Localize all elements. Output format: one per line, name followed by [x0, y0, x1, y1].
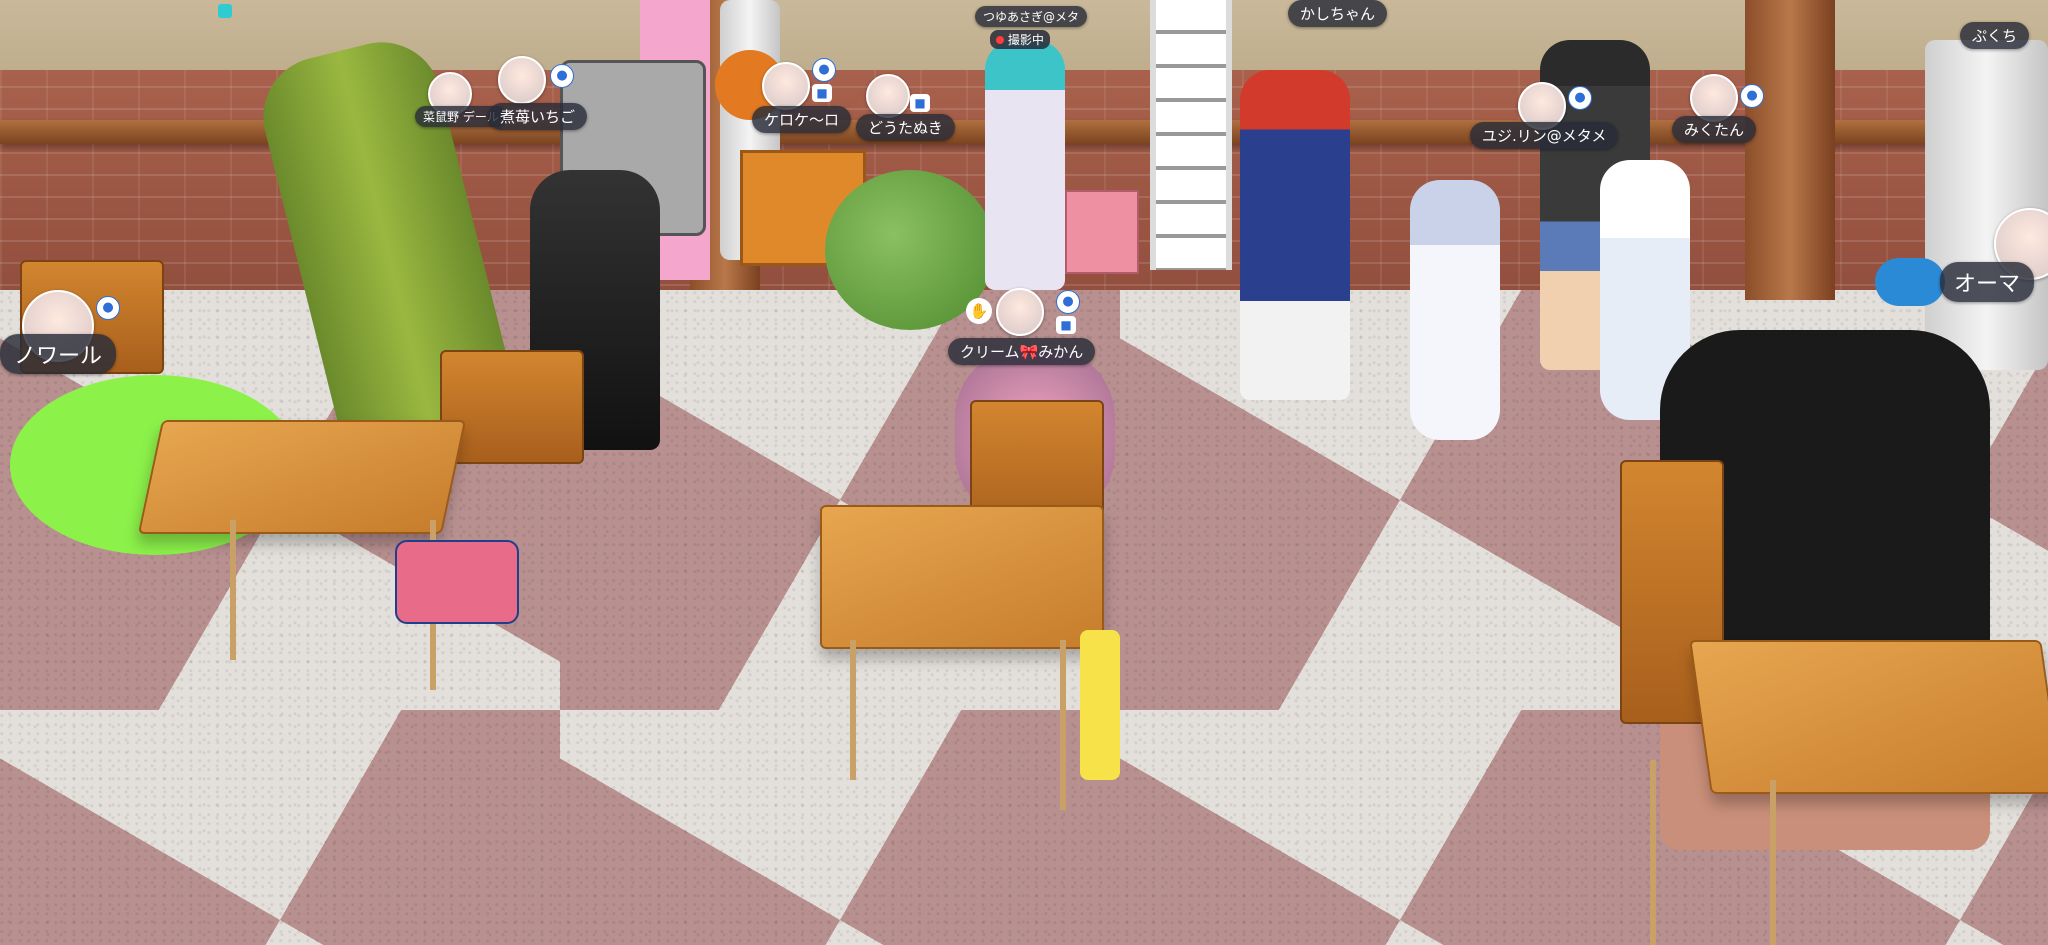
- nameplate-noir[interactable]: ノワール: [0, 334, 117, 374]
- nameplate-doutanuki[interactable]: どうたぬき: [856, 114, 955, 141]
- nameplate-label: クリーム🎀みかん: [960, 343, 1084, 361]
- desk-right-leg: [1650, 760, 1656, 945]
- mic-icon: ●: [812, 58, 836, 82]
- player-icon-kerokero[interactable]: [762, 62, 810, 110]
- desk-right-leg: [1770, 780, 1776, 945]
- recording-status-tag: 撮影中: [990, 30, 1050, 49]
- nameplate-label: 煮苺いちご: [500, 108, 576, 126]
- desk-left-leg: [230, 520, 236, 660]
- vr-world-viewport[interactable]: 菜鼠野 デール ● 煮苺いちご ● ノワール ● ■ ケロケ〜ロ ■ どうたぬき…: [0, 0, 2048, 945]
- mic-icon: ●: [1740, 84, 1764, 108]
- nameplate-yuji[interactable]: ユジ.リン@メタメ: [1470, 122, 1619, 149]
- world-marker-icon: [218, 4, 232, 18]
- nameplate-label: つゆあさぎ@メタ: [983, 10, 1080, 24]
- camera-icon: ■: [1056, 316, 1076, 334]
- nameplate-kerokero[interactable]: ケロケ〜ロ: [752, 106, 852, 133]
- nameplate-label: ユジ.リン@メタメ: [1482, 127, 1607, 145]
- desk-left: [137, 420, 467, 534]
- school-bag: [395, 540, 519, 624]
- nameplate-label: ケロケ〜ロ: [764, 111, 840, 129]
- mic-icon: ●: [550, 64, 574, 88]
- player-icon-doutanuki[interactable]: [866, 74, 910, 118]
- camera-icon: ■: [812, 84, 832, 102]
- desk-center: [820, 505, 1104, 649]
- miku-avatar[interactable]: [985, 40, 1065, 290]
- nameplate-puku[interactable]: ぷくち: [1960, 22, 2030, 49]
- nameplate-label: ノワール: [14, 344, 103, 369]
- red-hair-avatar[interactable]: [1240, 70, 1350, 400]
- chair-left: [440, 350, 584, 464]
- nameplate-kashi[interactable]: かしちゃん: [1288, 0, 1388, 27]
- mic-icon: ●: [1568, 86, 1592, 110]
- player-icon-mikutan[interactable]: [1690, 74, 1738, 122]
- recording-dot-icon: [996, 36, 1004, 44]
- camera-icon: ■: [910, 94, 930, 112]
- player-icon-cream[interactable]: [996, 288, 1044, 336]
- nameplate-label: オーマ: [1954, 272, 2021, 297]
- desk-center-leg: [1060, 640, 1066, 810]
- hand-wave-icon: ✋: [966, 298, 992, 324]
- mic-icon: ●: [96, 296, 120, 320]
- nameplate-mikutan[interactable]: みくたん: [1672, 116, 1757, 143]
- pillar-right: [1745, 0, 1835, 300]
- nameplate-tsuyu[interactable]: つゆあさぎ@メタ: [975, 6, 1088, 27]
- nameplate-omachi[interactable]: オーマ: [1940, 262, 2035, 302]
- player-icon-ichigo[interactable]: [498, 56, 546, 104]
- nameplate-cream[interactable]: クリーム🎀みかん: [948, 338, 1096, 365]
- recording-status-label: 撮影中: [1007, 33, 1044, 47]
- mic-icon: ●: [1056, 290, 1080, 314]
- nameplate-label: かしちゃん: [1300, 5, 1376, 23]
- ladder-prop: [1150, 0, 1232, 270]
- pillar-white-right: [1925, 40, 2048, 370]
- speech-bubble-icon: [1875, 258, 1945, 306]
- yellow-bag: [1080, 630, 1120, 780]
- white-fox-avatar[interactable]: [1410, 180, 1500, 440]
- nameplate-label: どうたぬき: [868, 119, 943, 137]
- nameplate-ichigo[interactable]: 煮苺いちご: [488, 103, 588, 130]
- desk-right: [1689, 640, 2048, 794]
- nameplate-label: ぷくち: [1972, 27, 2018, 45]
- nameplate-label: みくたん: [1684, 121, 1745, 139]
- pink-crate-prop: [1065, 190, 1139, 274]
- desk-center-leg: [850, 640, 856, 780]
